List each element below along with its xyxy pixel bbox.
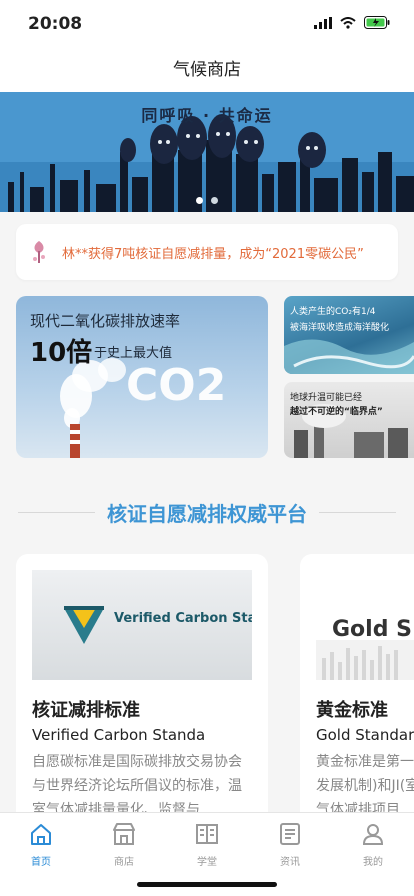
tab-label: 我的: [363, 857, 383, 868]
section-heading: 核证自愿减排权威平台: [0, 498, 414, 527]
battery-icon: [364, 16, 390, 29]
feature-card-ocean[interactable]: 人类产生的CO₂有1/4 被海洋吸收造成海洋酸化: [284, 296, 414, 374]
banner-title: 同呼吸 · 共命运: [141, 106, 273, 125]
tab-home[interactable]: 首页: [11, 821, 71, 868]
system-icons: [314, 16, 390, 29]
carousel-dot-1[interactable]: [196, 197, 203, 204]
tipping-caption-2: 越过不可逆的“临界点”: [290, 407, 383, 417]
home-indicator: [137, 882, 277, 887]
tab-label: 首页: [31, 857, 51, 868]
banner-carousel[interactable]: 同呼吸 · 共命运: [0, 92, 414, 212]
vcs-logo-text: Verified Carbon Standard: [114, 611, 252, 626]
tab-label: 学堂: [197, 857, 217, 868]
emission-multiple: 10倍: [30, 338, 93, 368]
tab-me[interactable]: 我的: [343, 821, 403, 868]
section-title: 核证自愿减排权威平台: [95, 502, 319, 526]
user-icon: [362, 824, 384, 845]
store-icon: [113, 823, 135, 845]
tab-store[interactable]: 商店: [94, 821, 154, 868]
standard-card-vcs[interactable]: Verified Carbon Standard 核证减排标准 Verified…: [16, 554, 268, 824]
card-title: 核证减排标准: [32, 700, 140, 721]
vcs-logo: Verified Carbon Standard: [64, 606, 268, 644]
feature-card-tipping[interactable]: 地球升温可能已经 越过不可逆的“临界点”: [284, 382, 414, 458]
tab-label: 资讯: [280, 857, 300, 868]
carousel-dot-2[interactable]: [211, 197, 218, 204]
vcs-logo-image: Verified Carbon Standard: [32, 570, 268, 680]
card-title: 黄金标准: [316, 700, 388, 721]
signal-icon: [314, 16, 332, 29]
carousel-dots: [0, 197, 414, 204]
card-subtitle: Verified Carbon Standa: [32, 726, 206, 744]
co2-cloud-text: CO2: [126, 360, 226, 411]
feature-card-emission[interactable]: CO2 现代二氧化碳排放速率 10倍 于史上最大值: [16, 296, 268, 458]
emission-caption: 现代二氧化碳排放速率: [30, 312, 181, 330]
tab-news[interactable]: 资讯: [260, 821, 320, 868]
status-time: 20:08: [28, 14, 83, 34]
status-bar: 20:08: [0, 0, 414, 48]
tab-school[interactable]: 学堂: [177, 821, 237, 868]
news-icon: [280, 823, 300, 845]
emission-detail: 于史上最大值: [94, 346, 173, 361]
gold-logo-text: Gold S: [332, 617, 412, 642]
avatar: [33, 241, 45, 263]
nav-bar: 气候商店: [0, 48, 414, 92]
gold-logo-image: Gold S: [316, 570, 414, 680]
card-subtitle: Gold Standar: [316, 726, 414, 744]
ocean-caption-1: 人类产生的CO₂有1/4: [290, 307, 376, 317]
gold-logo: Gold S: [316, 617, 414, 680]
standard-card-gold[interactable]: Gold S 黄金标准 Gold Standar 黄金标准是第一发展机制)和JI…: [300, 554, 414, 824]
ocean-caption-2: 被海洋吸收造成海洋酸化: [290, 323, 390, 333]
page-title: 气候商店: [173, 60, 241, 80]
book-icon: [196, 824, 218, 844]
notice-bar[interactable]: 林**获得7吨核证自愿减排量，成为“2021零碳公民”: [16, 224, 398, 280]
notice-text: 林**获得7吨核证自愿减排量，成为“2021零碳公民”: [62, 246, 364, 262]
tab-label: 商店: [114, 857, 134, 868]
home-icon: [31, 824, 51, 845]
tipping-caption-1: 地球升温可能已经: [290, 393, 363, 403]
wifi-icon: [340, 16, 356, 29]
